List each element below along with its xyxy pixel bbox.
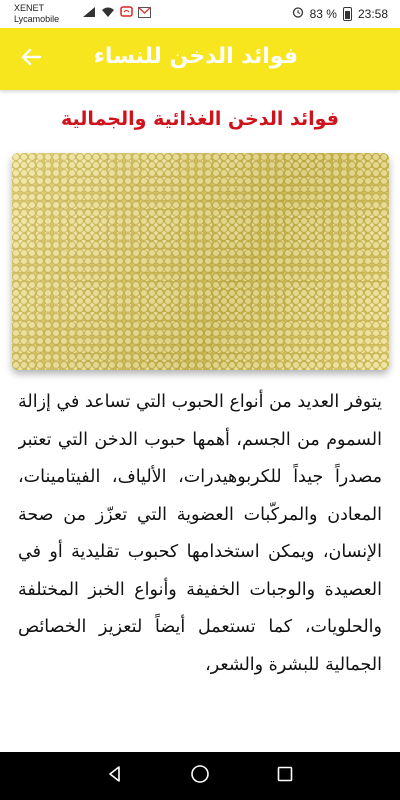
nav-home-button[interactable] — [188, 764, 212, 788]
battery-percent: 83 % — [309, 6, 337, 21]
carrier-name: XENET — [14, 3, 45, 13]
back-triangle-icon — [106, 765, 124, 787]
millet-image — [12, 153, 389, 370]
navigation-bar — [0, 752, 400, 800]
gmail-icon — [138, 6, 151, 22]
home-circle-icon — [190, 764, 210, 788]
alarm-icon — [292, 6, 304, 21]
page-title: فوائد الدخن للنساء — [93, 44, 298, 69]
nav-back-button[interactable] — [103, 764, 127, 788]
app-bar: فوائد الدخن للنساء — [0, 28, 400, 90]
arrow-left-icon — [20, 46, 42, 72]
section-title: فوائد الدخن الغذائية والجمالية — [61, 108, 339, 130]
back-button[interactable] — [14, 42, 48, 76]
notification-icon — [120, 6, 133, 22]
wifi-icon — [101, 6, 115, 22]
nav-recents-button[interactable] — [273, 764, 297, 788]
signal-icon — [82, 6, 96, 22]
status-right: 83 % 23:58 — [292, 6, 388, 21]
article-text: يتوفر العديد من أنواع الحبوب التي تساعد … — [18, 392, 382, 675]
battery-icon — [342, 6, 352, 21]
carrier-info: XENET Lycamobile — [14, 3, 59, 25]
clock: 23:58 — [357, 6, 388, 21]
status-bar: XENET Lycamobile 83 % 23:58 — [0, 0, 400, 28]
carrier-name-secondary: Lycamobile — [14, 14, 60, 24]
recents-square-icon — [276, 765, 294, 787]
status-icons — [82, 6, 151, 22]
